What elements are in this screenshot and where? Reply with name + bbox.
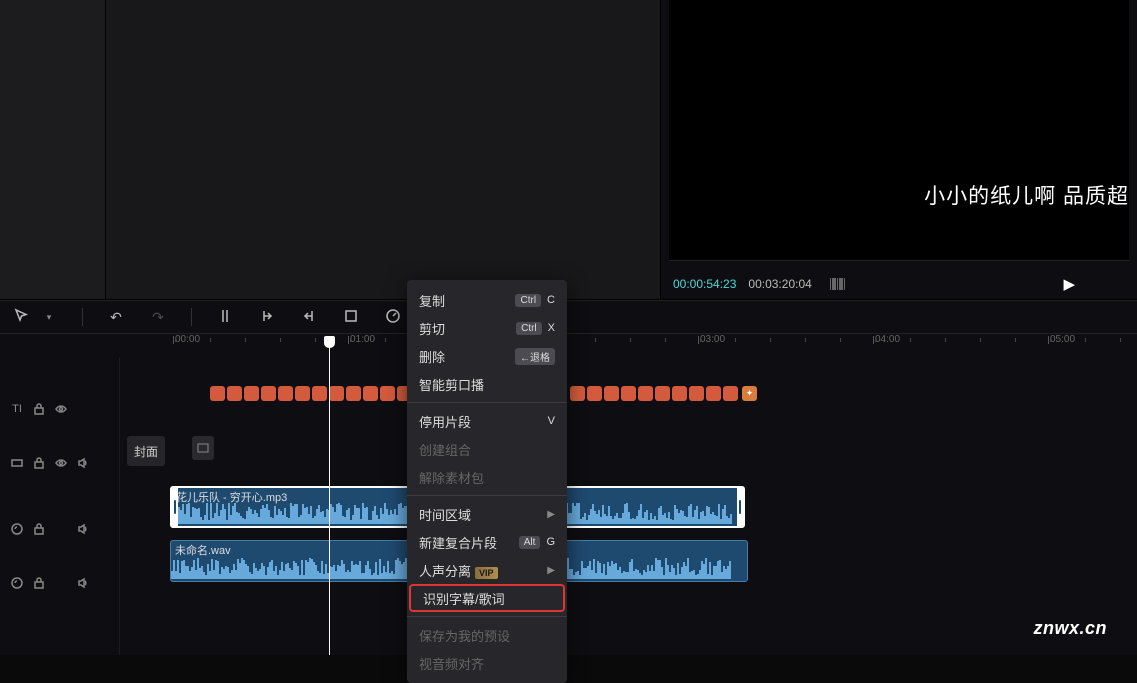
lock-icon[interactable] [32, 402, 46, 416]
ctx-cut[interactable]: 剪切CtrlX [407, 314, 567, 342]
lock-icon[interactable] [32, 522, 46, 536]
text-track-header: TI [0, 394, 120, 424]
timeline-toolbar: ▾ ↶ ↷ [0, 300, 1137, 334]
play-button[interactable]: ▶ [1063, 275, 1075, 293]
video-track-header [0, 448, 120, 478]
trim-handle-right[interactable] [737, 488, 743, 526]
trim-right-icon[interactable] [300, 308, 318, 327]
ctx-smart-cut[interactable]: 智能剪口播 [407, 370, 567, 398]
watermark: znwx.cn [1033, 618, 1107, 639]
audio-track-icon [10, 576, 24, 590]
ruler-mark: 03:00 [700, 334, 725, 345]
visibility-icon[interactable] [54, 402, 68, 416]
ruler-mark: 05:00 [1050, 334, 1075, 345]
vip-badge: VIP [475, 567, 498, 579]
redo-icon: ↷ [149, 309, 167, 326]
preview-panel: 小小的纸儿啊 品质超 00:00:54:23 00:03:20:04 ▶ [661, 0, 1137, 300]
asset-folder-panel [0, 0, 106, 300]
mute-icon[interactable] [76, 456, 90, 470]
ctx-voice-separation[interactable]: 人声分离VIP▶ [407, 556, 567, 584]
ctx-separator [407, 402, 567, 403]
dropdown-arrow-icon[interactable]: ▾ [40, 312, 58, 323]
clip-label: 花儿乐队 - 穷开心.mp3 [176, 489, 287, 505]
crop-icon[interactable] [342, 308, 360, 327]
ctx-unpack: 解除素材包 [407, 463, 567, 491]
ctx-separator [407, 616, 567, 617]
lock-icon[interactable] [32, 456, 46, 470]
playhead[interactable] [329, 336, 330, 655]
cover-button[interactable]: 封面 [127, 436, 165, 466]
mute-icon[interactable] [76, 522, 90, 536]
ctx-separator [407, 495, 567, 496]
clip-placeholder-icon[interactable] [192, 436, 214, 460]
ctx-save-preset: 保存为我的预设 [407, 621, 567, 649]
lock-icon[interactable] [32, 576, 46, 590]
context-menu: 复制CtrlC 剪切CtrlX 删除←退格 智能剪口播 停用片段V 创建组合 解… [407, 280, 567, 683]
visibility-icon[interactable] [54, 456, 68, 470]
ruler-mark: 01:00 [350, 334, 375, 345]
ctx-create-group: 创建组合 [407, 435, 567, 463]
ctx-new-compound[interactable]: 新建复合片段AltG [407, 528, 567, 556]
time-ruler[interactable]: 00:00 01:00 02:00 03:00 04:00 05:00 [120, 334, 1137, 358]
ctx-delete[interactable]: 删除←退格 [407, 342, 567, 370]
aspect-ratio-icon[interactable] [830, 278, 845, 290]
trim-left-icon[interactable] [258, 308, 276, 327]
mute-icon[interactable] [76, 576, 90, 590]
video-track-icon [10, 456, 24, 470]
caption-clips[interactable] [210, 384, 412, 402]
video-preview[interactable]: 小小的纸儿啊 品质超 [669, 0, 1129, 261]
audio-track-header [0, 514, 120, 544]
speed-icon[interactable] [384, 308, 402, 327]
trim-handle-left[interactable] [172, 488, 178, 526]
undo-icon[interactable]: ↶ [107, 309, 125, 326]
track-headers: TI [0, 358, 120, 655]
asset-library-panel [106, 0, 661, 300]
pointer-tool-icon[interactable] [12, 308, 30, 327]
ctx-av-align: 视音频对齐 [407, 649, 567, 677]
audio-track-icon [10, 522, 24, 536]
ctx-copy[interactable]: 复制CtrlC [407, 286, 567, 314]
ruler-mark: 00:00 [175, 334, 200, 345]
ctx-recognize-subtitles[interactable]: 识别字幕/歌词 [409, 584, 565, 612]
timecode-total: 00:03:20:04 [748, 277, 811, 291]
split-icon[interactable] [216, 308, 234, 327]
audio-track-header [0, 568, 120, 598]
ruler-mark: 04:00 [875, 334, 900, 345]
caption-clips[interactable]: ✦ [570, 384, 757, 402]
subtitle-overlay: 小小的纸儿啊 品质超 [924, 180, 1129, 210]
clip-label: 未命名.wav [175, 542, 231, 558]
text-track-icon: TI [10, 402, 24, 416]
timecode-current: 00:00:54:23 [673, 277, 736, 291]
ctx-disable-clip[interactable]: 停用片段V [407, 407, 567, 435]
timeline-area: 00:00 01:00 02:00 03:00 04:00 05:00 TI [0, 334, 1137, 655]
ctx-time-range[interactable]: 时间区域▶ [407, 500, 567, 528]
